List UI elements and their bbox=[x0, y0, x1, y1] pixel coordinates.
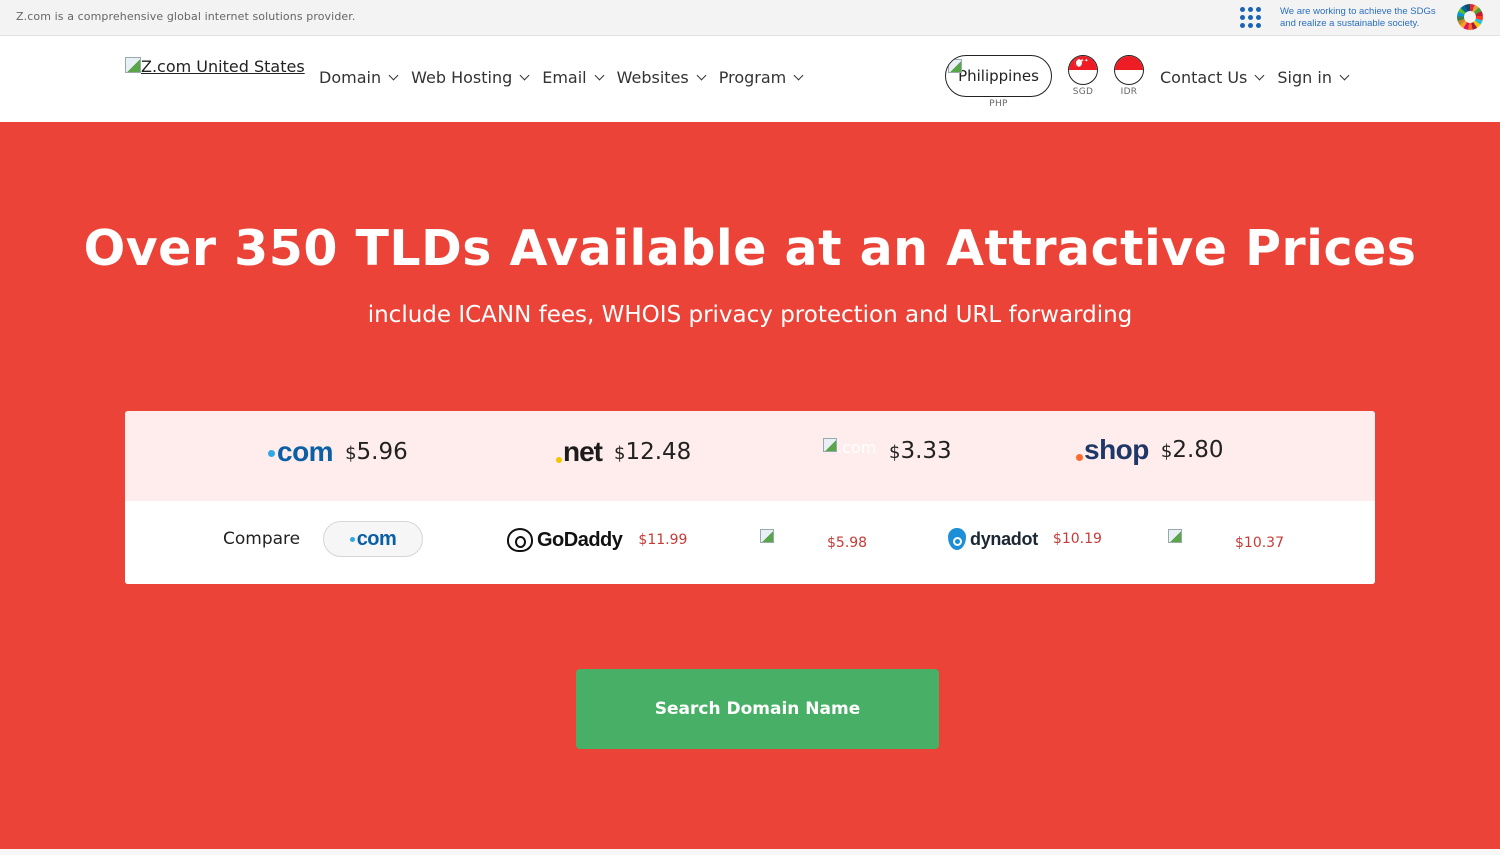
broken-image-icon bbox=[1168, 529, 1182, 543]
nav-label: Contact Us bbox=[1160, 68, 1248, 87]
chevron-down-icon bbox=[1339, 70, 1350, 81]
broken-image-icon bbox=[948, 59, 962, 73]
tld-net[interactable]: net $12.48 bbox=[556, 437, 691, 467]
broken-image-icon bbox=[823, 438, 837, 452]
site-logo-link[interactable]: Z.com United States bbox=[125, 57, 305, 76]
godaddy-logo: GoDaddy bbox=[507, 528, 623, 552]
indonesia-flag-icon bbox=[1114, 55, 1144, 85]
main-header: Z.com United States Domain Web Hosting E… bbox=[0, 36, 1500, 122]
tld-price-row: com $5.96 net $12.48 .com $3.33 shop $2.… bbox=[125, 411, 1375, 501]
competitor-2: $5.98 bbox=[760, 529, 867, 551]
competitor-price: $10.37 bbox=[1235, 535, 1284, 551]
competitor-price: $11.99 bbox=[638, 532, 688, 548]
currency-sgd[interactable]: ✦✦ SGD bbox=[1068, 55, 1098, 97]
com-logo: com bbox=[268, 437, 334, 467]
competitor-godaddy: GoDaddy $11.99 bbox=[507, 528, 687, 552]
currency-code: IDR bbox=[1120, 87, 1138, 97]
tld-price-card: com $5.96 net $12.48 .com $3.33 shop $2.… bbox=[125, 411, 1375, 584]
hero-section: Over 350 TLDs Available at an Attractive… bbox=[0, 122, 1500, 849]
nav-email[interactable]: Email bbox=[542, 68, 605, 87]
philippines-flag: Philippines bbox=[945, 55, 1052, 97]
tld-image-com[interactable]: .com $3.33 bbox=[823, 438, 952, 464]
nav-label: Program bbox=[718, 68, 787, 87]
compare-row: Compare com GoDaddy $11.99 $5.98 dynadot… bbox=[125, 501, 1375, 584]
top-info-bar: Z.com is a comprehensive global internet… bbox=[0, 0, 1500, 36]
search-domain-button[interactable]: Search Domain Name bbox=[576, 669, 939, 749]
currency-idr[interactable]: IDR bbox=[1114, 55, 1144, 97]
hero-title: Over 350 TLDs Available at an Attractive… bbox=[83, 220, 1417, 277]
tld-price: $2.80 bbox=[1160, 437, 1224, 463]
shop-logo: shop bbox=[1076, 435, 1149, 465]
broken-image-icon bbox=[760, 529, 774, 543]
dynadot-logo: dynadot bbox=[948, 528, 1038, 550]
currency-code: SGD bbox=[1072, 87, 1094, 97]
nav-label: Sign in bbox=[1277, 68, 1332, 87]
chevron-down-icon bbox=[793, 70, 804, 81]
chevron-down-icon bbox=[1254, 70, 1265, 81]
nav-label: Domain bbox=[319, 68, 382, 87]
primary-nav: Domain Web Hosting Email Websites Progra… bbox=[319, 68, 816, 87]
compare-tld-selector[interactable]: com bbox=[323, 521, 423, 557]
chevron-down-icon bbox=[696, 70, 707, 81]
nav-websites[interactable]: Websites bbox=[616, 68, 707, 87]
nav-contact-us[interactable]: Contact Us bbox=[1160, 68, 1265, 87]
chevron-down-icon bbox=[388, 70, 399, 81]
com-logo: com bbox=[349, 524, 397, 554]
secondary-nav: Contact Us Sign in bbox=[1160, 68, 1362, 87]
godaddy-icon bbox=[507, 528, 533, 552]
currency-code: PHP bbox=[989, 99, 1008, 109]
competitor-dynadot: dynadot $10.19 bbox=[948, 528, 1102, 550]
nav-sign-in[interactable]: Sign in bbox=[1277, 68, 1350, 87]
dynadot-icon bbox=[948, 528, 966, 550]
tld-price: $12.48 bbox=[614, 439, 692, 465]
hero-subtitle: include ICANN fees, WHOIS privacy protec… bbox=[367, 302, 1133, 328]
nav-program[interactable]: Program bbox=[718, 68, 804, 87]
chevron-down-icon bbox=[519, 70, 530, 81]
tld-price: $5.96 bbox=[345, 439, 408, 465]
singapore-flag-icon: ✦✦ bbox=[1068, 55, 1098, 85]
competitor-price: $10.19 bbox=[1052, 531, 1102, 547]
sdg-line-1: We are working to achieve the SDGs bbox=[1280, 6, 1436, 17]
nav-label: Websites bbox=[616, 68, 689, 87]
tld-price: $3.33 bbox=[889, 438, 952, 464]
chevron-down-icon bbox=[594, 70, 605, 81]
logo-alt-text: Z.com United States bbox=[141, 57, 305, 76]
flag-alt-text: Philippines bbox=[958, 67, 1039, 85]
nav-web-hosting[interactable]: Web Hosting bbox=[411, 68, 530, 87]
sdg-banner-link[interactable]: We are working to achieve the SDGs and r… bbox=[1280, 6, 1436, 29]
competitor-price: $5.98 bbox=[827, 535, 868, 551]
apps-grid-icon[interactable] bbox=[1240, 7, 1262, 29]
tagline: Z.com is a comprehensive global internet… bbox=[16, 10, 356, 23]
sdg-wheel-icon[interactable] bbox=[1457, 4, 1483, 30]
tld-broken-image: .com bbox=[823, 438, 878, 464]
currency-php[interactable]: Philippines PHP bbox=[945, 55, 1052, 109]
tld-shop[interactable]: shop $2.80 bbox=[1076, 435, 1224, 465]
sdg-line-2: and realize a sustainable society. bbox=[1280, 17, 1420, 29]
nav-label: Email bbox=[542, 68, 587, 87]
broken-image-icon bbox=[125, 57, 141, 73]
net-logo: net bbox=[556, 437, 603, 467]
competitor-4: $10.37 bbox=[1168, 529, 1284, 551]
nav-domain[interactable]: Domain bbox=[319, 68, 399, 87]
compare-label: Compare bbox=[223, 529, 301, 549]
tld-com[interactable]: com $5.96 bbox=[268, 437, 408, 467]
nav-label: Web Hosting bbox=[411, 68, 513, 87]
